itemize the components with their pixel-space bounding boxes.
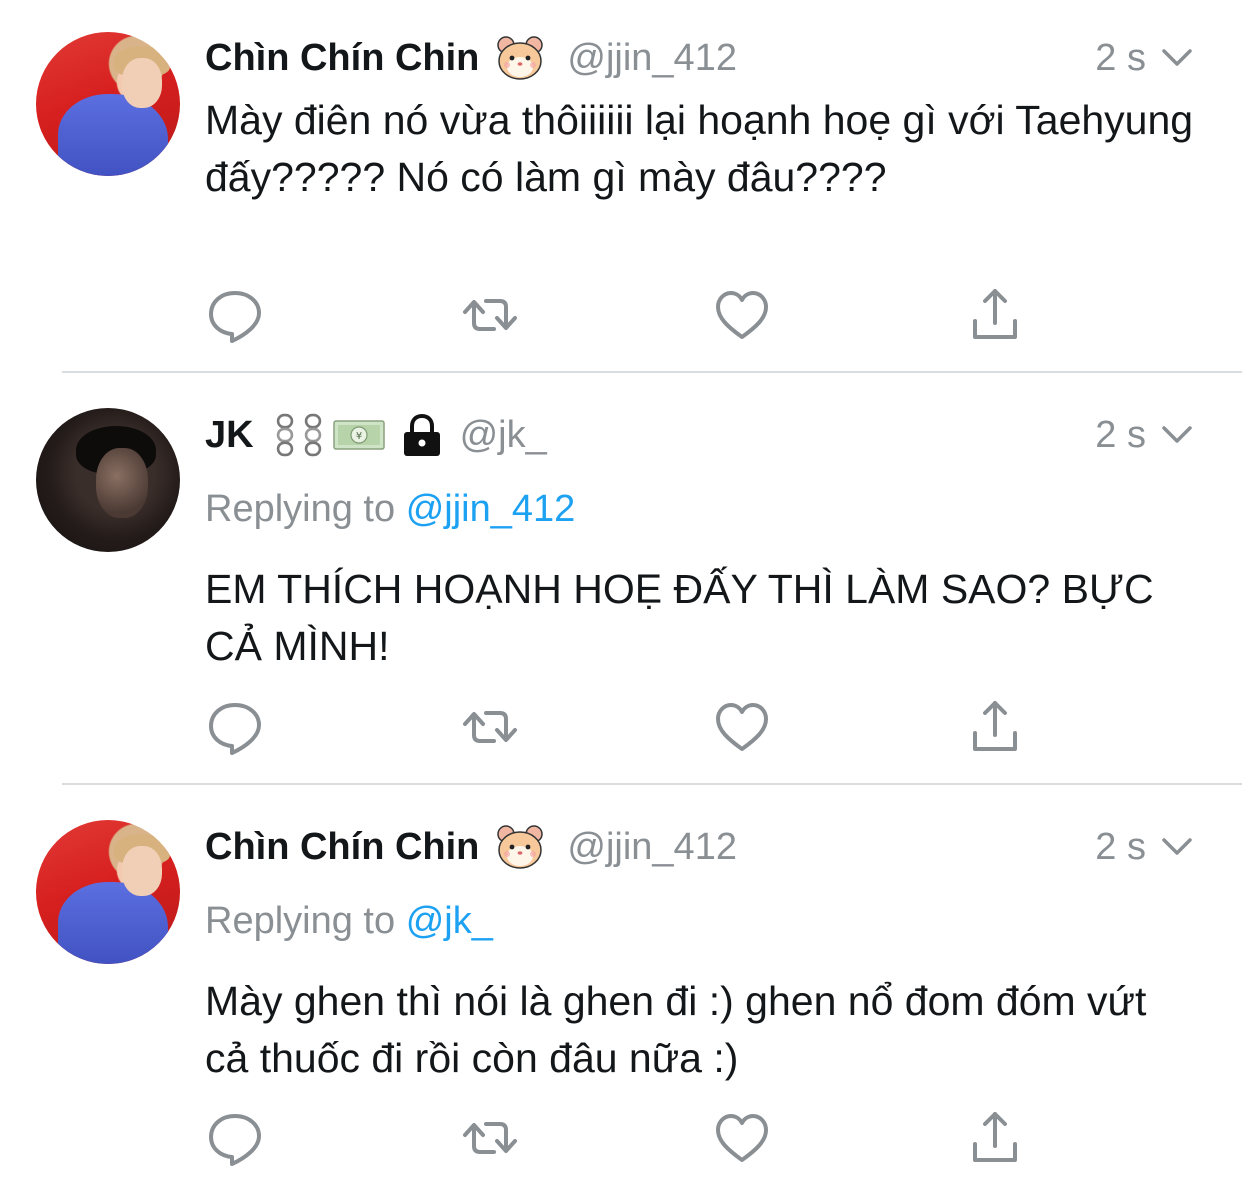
username-handle[interactable]: @jk_ (460, 414, 547, 457)
replying-to: Replying to @jk_ (205, 900, 493, 943)
avatar[interactable] (36, 408, 180, 552)
chains-icon (272, 412, 298, 458)
share-icon[interactable] (965, 1108, 1025, 1168)
share-icon[interactable] (965, 697, 1025, 757)
reply-icon[interactable] (205, 285, 265, 345)
tweet-header: JK @jk_ (205, 410, 547, 460)
tweet-actions (205, 1108, 1035, 1168)
replying-prefix: Replying to (205, 488, 396, 530)
display-name[interactable]: Chìn Chín Chin (205, 826, 479, 869)
display-name[interactable]: Chìn Chín Chin (205, 37, 479, 80)
tweet-divider (62, 371, 1242, 373)
timestamp[interactable]: 2 s (1095, 33, 1146, 83)
lock-icon (400, 413, 444, 457)
chevron-down-icon[interactable] (1160, 33, 1194, 83)
retweet-icon[interactable] (460, 1108, 520, 1168)
like-icon[interactable] (712, 285, 772, 345)
tweet-divider (62, 783, 1242, 785)
reply-mention-link[interactable]: @jjin_412 (406, 488, 576, 530)
reply-icon[interactable] (205, 697, 265, 757)
chevron-down-icon[interactable] (1160, 410, 1194, 460)
timestamp[interactable]: 2 s (1095, 410, 1146, 460)
like-icon[interactable] (712, 697, 772, 757)
like-icon[interactable] (712, 1108, 772, 1168)
username-handle[interactable]: @jjin_412 (567, 826, 737, 869)
hamster-face-icon (495, 822, 545, 872)
replying-prefix: Replying to (205, 900, 396, 942)
tweet-actions (205, 285, 1035, 345)
tweet-actions (205, 697, 1035, 757)
chains-icon (300, 412, 326, 458)
reply-mention-link[interactable]: @jk_ (406, 900, 493, 942)
username-handle[interactable]: @jjin_412 (567, 37, 737, 80)
avatar[interactable] (36, 32, 180, 176)
reply-icon[interactable] (205, 1108, 265, 1168)
tweet-header: Chìn Chín Chin @jjin_412 (205, 33, 737, 83)
display-name[interactable]: JK (205, 414, 254, 457)
money-icon (332, 415, 386, 455)
chevron-down-icon[interactable] (1160, 822, 1194, 872)
tweet-header: Chìn Chín Chin @jjin_412 (205, 822, 737, 872)
retweet-icon[interactable] (460, 285, 520, 345)
timestamp[interactable]: 2 s (1095, 822, 1146, 872)
replying-to: Replying to @jjin_412 (205, 488, 575, 531)
share-icon[interactable] (965, 285, 1025, 345)
tweet-text: EM THÍCH HOẠNH HOẸ ĐẤY THÌ LÀM SAO? BỰC … (205, 566, 1154, 669)
avatar[interactable] (36, 820, 180, 964)
hamster-face-icon (495, 33, 545, 83)
tweet-text: Mày điên nó vừa thôiiiiii lại hoạnh hoẹ … (205, 97, 1194, 200)
tweet-text: Mày ghen thì nói là ghen đi :) ghen nổ đ… (205, 978, 1147, 1081)
retweet-icon[interactable] (460, 697, 520, 757)
